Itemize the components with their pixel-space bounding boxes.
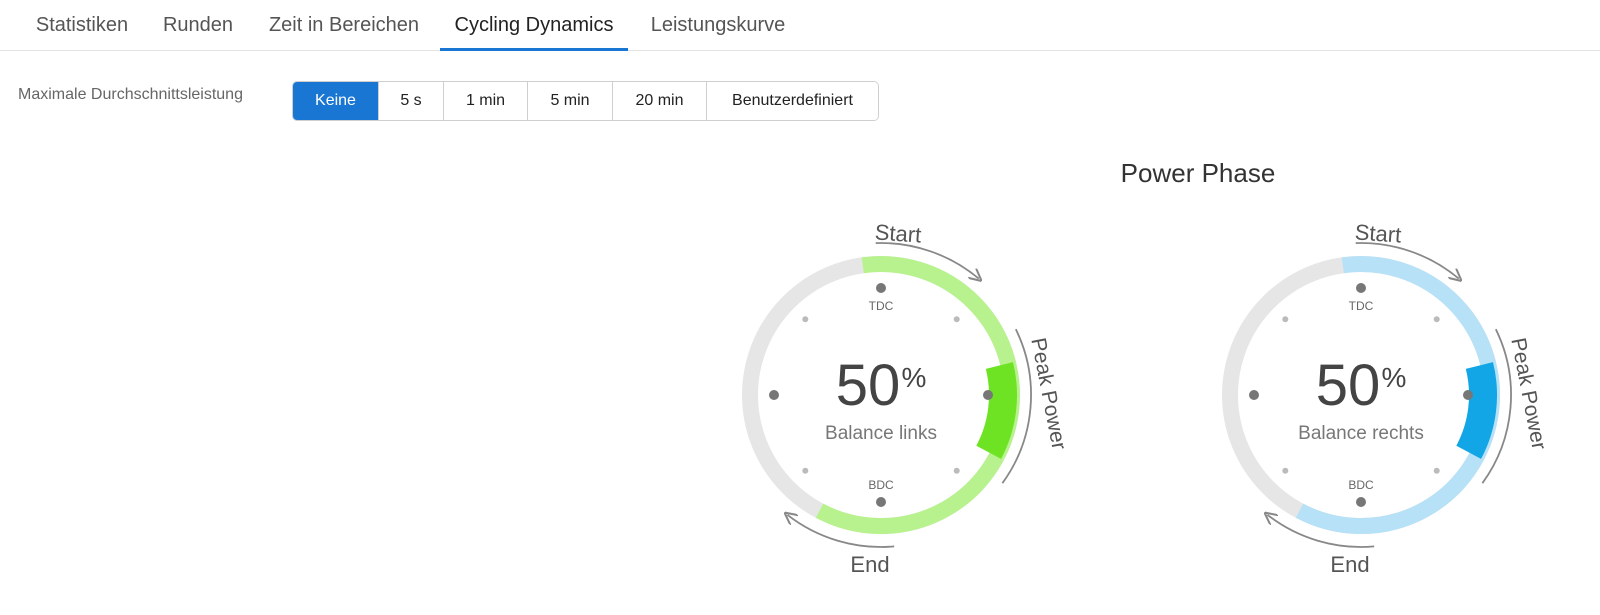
- tdc-label: TDC: [869, 299, 894, 313]
- peak-power-arc: [976, 362, 1017, 459]
- peak-power-label: Peak Power: [1506, 336, 1550, 452]
- tab-zeit-in-bereichen[interactable]: Zeit in Bereichen: [253, 0, 435, 51]
- power-phase-gauge-left: TDC BDC 50 % Balance links Start End Pea…: [742, 219, 1070, 577]
- tab-cycling-dynamics[interactable]: Cycling Dynamics: [440, 0, 628, 51]
- dot-minor: [1282, 316, 1289, 323]
- tdc-dot: [876, 283, 886, 293]
- balance-caption: Balance rechts: [1298, 423, 1424, 444]
- peak-power-label: Peak Power: [1026, 336, 1070, 452]
- dot-3oclock: [983, 390, 993, 400]
- bdc-label: BDC: [868, 478, 894, 492]
- power-phase-gauge-right: TDC BDC 50 % Balance rechts Start End Pe…: [1222, 219, 1550, 577]
- dot-9oclock: [1249, 390, 1259, 400]
- tdc-label: TDC: [1349, 299, 1374, 313]
- bdc-dot: [876, 497, 886, 507]
- end-label: End: [850, 552, 889, 577]
- tdc-dot: [1356, 283, 1366, 293]
- max-average-power-selector: Keine 5 s 1 min 5 min 20 min Benutzerdef…: [292, 81, 879, 121]
- peak-power-arc: [1456, 362, 1497, 459]
- balance-value: 50: [1316, 353, 1381, 418]
- dot-minor: [1282, 467, 1289, 474]
- bdc-dot: [1356, 497, 1366, 507]
- option-keine-button[interactable]: Keine: [293, 82, 378, 120]
- balance-value: 50: [836, 353, 901, 418]
- max-average-power-label: Maximale Durchschnittsleistung: [18, 86, 243, 103]
- start-label: Start: [1354, 219, 1402, 247]
- dot-9oclock: [769, 390, 779, 400]
- power-phase-title: Power Phase: [1120, 158, 1276, 188]
- bdc-label: BDC: [1348, 478, 1374, 492]
- dot-minor: [953, 467, 960, 474]
- start-label: Start: [874, 219, 922, 247]
- option-5min-button[interactable]: 5 min: [527, 82, 612, 120]
- balance-caption: Balance links: [825, 423, 937, 444]
- dot-minor: [802, 316, 809, 323]
- tab-bar: Statistiken Runden Zeit in Bereichen Cyc…: [0, 0, 1600, 51]
- option-5s-button[interactable]: 5 s: [378, 82, 443, 120]
- dot-3oclock: [1463, 390, 1473, 400]
- end-label: End: [1330, 552, 1369, 577]
- dot-minor: [953, 316, 960, 323]
- tab-runden[interactable]: Runden: [153, 0, 243, 51]
- dot-minor: [1433, 467, 1440, 474]
- dot-minor: [1433, 316, 1440, 323]
- tab-leistungskurve[interactable]: Leistungskurve: [635, 0, 801, 51]
- option-1min-button[interactable]: 1 min: [443, 82, 527, 120]
- percent-unit: %: [902, 362, 927, 393]
- tab-statistiken[interactable]: Statistiken: [18, 0, 146, 51]
- dot-minor: [802, 467, 809, 474]
- option-benutzerdefiniert-button[interactable]: Benutzerdefiniert: [706, 82, 878, 120]
- percent-unit: %: [1382, 362, 1407, 393]
- option-20min-button[interactable]: 20 min: [612, 82, 706, 120]
